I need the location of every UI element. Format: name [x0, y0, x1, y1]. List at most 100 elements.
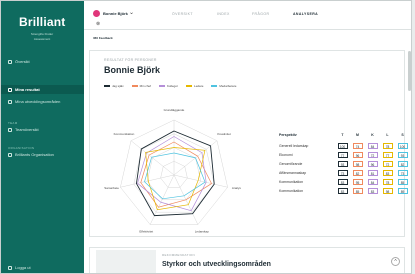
table-row: Kommunikation 83 95 84 78 85 — [279, 177, 410, 186]
table-cell: 73 — [397, 169, 408, 176]
sidebar-item-organisation[interactable]: Brilliants Organisation — [8, 152, 54, 157]
radar-axis-label: Samarbete — [104, 186, 119, 190]
table-row-label: Generell ledarskap — [279, 143, 309, 148]
radar-axis-label: Kreativitet — [217, 132, 231, 136]
sidebar-item-team-overview[interactable]: Teamöversikt — [8, 127, 39, 132]
section-label-team: TEAM — [8, 121, 18, 125]
sidebar-item-label: Teamöversikt — [15, 127, 39, 132]
target-icon — [8, 99, 12, 104]
table-header: Perspektiv — [279, 133, 297, 137]
sidebar-item-label: Brilliants Organisation — [15, 152, 54, 157]
legend-label: Kollegor — [167, 84, 179, 88]
radar-chart: Grundläggande Kreativitet Analys Ledarskap E… — [104, 108, 242, 234]
home-icon — [8, 59, 12, 64]
table-cell: 78 — [382, 178, 393, 185]
scrollbar[interactable] — [408, 51, 411, 91]
legend-item: Kollegor — [159, 84, 178, 88]
table-cell: 82 — [397, 160, 408, 167]
tab-questions[interactable]: FRÅGOR — [252, 12, 269, 16]
chart-icon — [8, 87, 12, 92]
radar-axis-label: Grundläggande — [164, 108, 185, 112]
app-window: Brilliant Strengths Finder Assessment Öv… — [0, 0, 412, 274]
table-cell: 78 — [382, 142, 393, 149]
table-header: S — [401, 133, 404, 137]
card-header-label: RESULTAT FÖR PERSONER — [104, 58, 157, 62]
table-header: M — [356, 133, 359, 137]
table-cell: 85 — [397, 178, 408, 185]
results-table: Perspektiv T M K L S Generell ledarskap 100 74 8… — [279, 132, 410, 195]
radar-axis — [120, 174, 175, 188]
app-logo: Brilliant — [19, 15, 66, 29]
radar-series-4 — [144, 152, 206, 200]
table-cell: 72 — [367, 151, 378, 158]
collapse-button[interactable]: ^ — [391, 257, 400, 266]
table-cell: 85 — [352, 187, 363, 194]
sidebar-item-label: Översikt — [15, 59, 30, 64]
table-cell: 83 — [337, 187, 348, 194]
table-row: Generell ledarskap 100 74 84 78 100 — [279, 141, 410, 150]
table-cell: 74 — [352, 142, 363, 149]
table-row-label: Kommunikation — [279, 188, 304, 193]
table-header: L — [386, 133, 389, 137]
radar-axis-label: Kommunikation — [114, 132, 135, 136]
table-cell: 98 — [382, 187, 393, 194]
table-row: Ekonomi 77 96 72 77 93 — [279, 150, 410, 159]
card-image — [96, 250, 156, 273]
logout-button[interactable]: Logga ut — [8, 265, 31, 270]
table-cell: 72 — [382, 160, 393, 167]
table-row: Kommunikation 83 85 83 98 89 — [279, 186, 410, 195]
table-cell: 100 — [337, 142, 348, 149]
table-cell: 73 — [337, 169, 348, 176]
table-row-label: Affärsmannaskap — [279, 170, 307, 175]
tab-index[interactable]: INDEX — [217, 12, 230, 16]
tab-analyze[interactable]: ANALYSERA — [293, 12, 318, 16]
sidebar-item-overview[interactable]: Översikt — [8, 59, 30, 64]
sub-label: 360 Feedback — [93, 36, 113, 40]
sidebar-item-development[interactable]: Mina utvecklingsområden — [8, 99, 60, 104]
table-row-label: Kommunikation — [279, 179, 304, 184]
legend-swatch — [159, 85, 166, 87]
section-label-org: ORGANISATION — [8, 146, 35, 150]
chart-legend: Jag själv Min chef Kollegor Ledare Medarbeta… — [104, 84, 236, 88]
table-cell: 96 — [367, 160, 378, 167]
table-cell: 83 — [382, 169, 393, 176]
sidebar-item-label: Mina resultat — [15, 87, 40, 92]
radar-axis — [130, 140, 175, 176]
legend-label: Jag själv — [112, 84, 124, 88]
legend-label: Min chef — [139, 84, 152, 88]
user-name[interactable]: Bonnie Björk — [103, 11, 128, 16]
radar-axis-label: Analys — [232, 186, 242, 190]
table-cell: 89 — [397, 187, 408, 194]
legend-label: Ledare — [194, 84, 204, 88]
table-row: Genomförande 93 98 96 72 82 — [279, 159, 410, 168]
users-icon — [8, 127, 12, 132]
radar-axis-label: Effektivitet — [139, 230, 153, 234]
table-cell: 83 — [337, 178, 348, 185]
legend-item: Ledare — [186, 84, 203, 88]
table-row-label: Ekonomi — [279, 152, 293, 157]
feedback-icon: ⊗ — [96, 21, 101, 27]
table-cell: 100 — [397, 142, 408, 149]
sidebar-item-results[interactable]: Mina resultat — [1, 85, 84, 94]
table-cell: 77 — [337, 151, 348, 158]
table-cell: 95 — [352, 178, 363, 185]
card2-title: Styrkor och utvecklingsområden — [162, 261, 271, 268]
sidebar-item-label: Mina utvecklingsområden — [15, 99, 61, 104]
tab-overview[interactable]: ÖVERSIKT — [172, 12, 193, 16]
table-header: K — [371, 133, 374, 137]
avatar[interactable] — [93, 10, 100, 17]
legend-swatch — [131, 85, 138, 87]
org-icon — [8, 152, 12, 157]
table-cell: 84 — [367, 178, 378, 185]
radar-axis — [173, 174, 228, 188]
logo-subtitle: Strengths Finder Assessment — [30, 32, 54, 41]
radar-axis-label: Ledarskap — [195, 230, 209, 234]
legend-item: Min chef — [131, 84, 152, 88]
legend-item: Jag själv — [104, 84, 124, 88]
table-cell: 93 — [337, 160, 348, 167]
card2-label: REKOMMENDATION — [162, 253, 195, 257]
table-cell: 77 — [382, 151, 393, 158]
chevron-down-icon[interactable]: ⌄ — [129, 9, 134, 16]
table-cell: 93 — [397, 151, 408, 158]
table-header: T — [341, 133, 344, 137]
